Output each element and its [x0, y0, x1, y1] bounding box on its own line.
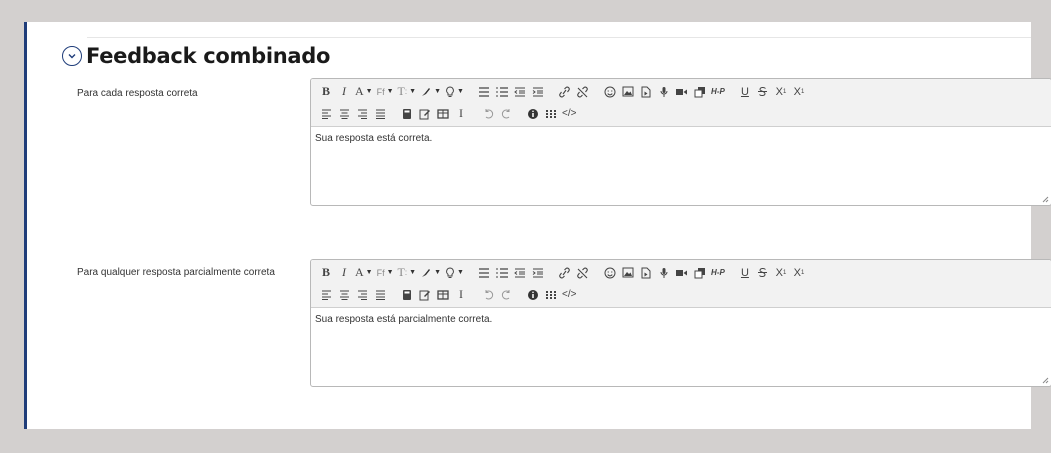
table-icon[interactable]: [434, 105, 452, 123]
strikethrough-icon[interactable]: [754, 264, 772, 282]
highlight-dropdown[interactable]: ▼: [418, 83, 443, 101]
copy-icon[interactable]: [691, 83, 709, 101]
align-left-icon[interactable]: [317, 105, 335, 123]
strikethrough-icon[interactable]: [754, 83, 772, 101]
resize-handle-icon[interactable]: [1041, 376, 1049, 384]
lightbulb-dropdown[interactable]: ▼: [443, 264, 466, 282]
align-justify-icon[interactable]: [371, 105, 389, 123]
media-file-icon[interactable]: [637, 83, 655, 101]
text-cursor-button[interactable]: I: [452, 286, 470, 304]
toolbar-row-1: B I A ▼ Ff ▼ T: ▼ ▼ ▼ H-P U X 1 X 1: [317, 262, 1045, 283]
image-icon[interactable]: [619, 264, 637, 282]
underline-button[interactable]: U: [736, 264, 754, 282]
html-source-button[interactable]: </>: [560, 105, 578, 123]
section-divider: [87, 37, 1031, 38]
align-center-icon[interactable]: [335, 286, 353, 304]
calculator-icon[interactable]: [398, 286, 416, 304]
accessibility-icon[interactable]: [524, 286, 542, 304]
font-size-dropdown[interactable]: T: ▼: [396, 83, 419, 101]
field-label: Para cada resposta correta: [77, 88, 198, 99]
font-color-dropdown[interactable]: A ▼: [353, 264, 375, 282]
rich-text-editor: B I A ▼ Ff ▼ T: ▼ ▼ ▼ H-P U X 1 X 1 I </…: [310, 259, 1051, 387]
image-icon[interactable]: [619, 83, 637, 101]
numbered-list-icon[interactable]: [493, 264, 511, 282]
microphone-icon[interactable]: [655, 83, 673, 101]
emoji-icon[interactable]: [601, 264, 619, 282]
bold-button[interactable]: B: [317, 83, 335, 101]
section-title: Feedback combinado: [86, 44, 331, 68]
numbered-list-icon[interactable]: [493, 83, 511, 101]
font-color-dropdown[interactable]: A ▼: [353, 83, 375, 101]
toolbar-row-2: I </>: [317, 103, 1045, 124]
superscript-button[interactable]: X1: [790, 264, 808, 282]
accessibility-icon[interactable]: [524, 105, 542, 123]
h5p-button[interactable]: H-P: [709, 264, 727, 282]
video-icon[interactable]: [673, 83, 691, 101]
text-cursor-button[interactable]: I: [452, 105, 470, 123]
subscript-button[interactable]: X1: [772, 264, 790, 282]
unlink-icon[interactable]: [574, 264, 592, 282]
subscript-button[interactable]: X1: [772, 83, 790, 101]
editor-toolbar: B I A ▼ Ff ▼ T: ▼ ▼ ▼ H-P U X 1 X 1 I </…: [311, 79, 1051, 127]
edit-icon[interactable]: [416, 286, 434, 304]
redo-icon[interactable]: [497, 286, 515, 304]
media-file-icon[interactable]: [637, 264, 655, 282]
table-icon[interactable]: [434, 286, 452, 304]
superscript-button[interactable]: X1: [790, 83, 808, 101]
copy-icon[interactable]: [691, 264, 709, 282]
align-right-icon[interactable]: [353, 286, 371, 304]
italic-button[interactable]: I: [335, 264, 353, 282]
editor-toolbar: B I A ▼ Ff ▼ T: ▼ ▼ ▼ H-P U X 1 X 1 I </…: [311, 260, 1051, 308]
h5p-button[interactable]: H-P: [709, 83, 727, 101]
align-justify-icon[interactable]: [371, 286, 389, 304]
rich-text-editor: B I A ▼ Ff ▼ T: ▼ ▼ ▼ H-P U X 1 X 1 I </…: [310, 78, 1051, 206]
link-icon[interactable]: [556, 264, 574, 282]
resize-handle-icon[interactable]: [1041, 195, 1049, 203]
outdent-icon[interactable]: [511, 264, 529, 282]
edit-icon[interactable]: [416, 105, 434, 123]
italic-button[interactable]: I: [335, 83, 353, 101]
microphone-icon[interactable]: [655, 264, 673, 282]
section-header[interactable]: Feedback combinado: [62, 44, 330, 68]
font-size-dropdown[interactable]: T: ▼: [396, 264, 419, 282]
bold-button[interactable]: B: [317, 264, 335, 282]
lightbulb-dropdown[interactable]: ▼: [443, 83, 466, 101]
indent-icon[interactable]: [529, 83, 547, 101]
video-icon[interactable]: [673, 264, 691, 282]
redo-icon[interactable]: [497, 105, 515, 123]
underline-button[interactable]: U: [736, 83, 754, 101]
editor-content[interactable]: Sua resposta está parcialmente correta.: [311, 308, 1051, 386]
toolbar-row-1: B I A ▼ Ff ▼ T: ▼ ▼ ▼ H-P U X 1 X 1: [317, 81, 1045, 102]
toolbar-row-2: I </>: [317, 284, 1045, 305]
html-source-button[interactable]: </>: [560, 286, 578, 304]
link-icon[interactable]: [556, 83, 574, 101]
align-center-icon[interactable]: [335, 105, 353, 123]
editor-text: Sua resposta está parcialmente correta.: [315, 314, 493, 325]
align-left-icon[interactable]: [317, 286, 335, 304]
grid-icon[interactable]: [542, 286, 560, 304]
grid-icon[interactable]: [542, 105, 560, 123]
feedback-panel: Feedback combinado Para cada resposta co…: [24, 22, 1051, 429]
bullet-list-icon[interactable]: [475, 264, 493, 282]
calculator-icon[interactable]: [398, 105, 416, 123]
font-family-dropdown[interactable]: Ff ▼: [375, 264, 396, 282]
undo-icon[interactable]: [479, 286, 497, 304]
emoji-icon[interactable]: [601, 83, 619, 101]
highlight-dropdown[interactable]: ▼: [418, 264, 443, 282]
field-label: Para qualquer resposta parcialmente corr…: [77, 267, 275, 278]
indent-icon[interactable]: [529, 264, 547, 282]
chevron-down-icon[interactable]: [62, 46, 82, 66]
unlink-icon[interactable]: [574, 83, 592, 101]
editor-text: Sua resposta está correta.: [315, 133, 433, 144]
undo-icon[interactable]: [479, 105, 497, 123]
outdent-icon[interactable]: [511, 83, 529, 101]
align-right-icon[interactable]: [353, 105, 371, 123]
font-family-dropdown[interactable]: Ff ▼: [375, 83, 396, 101]
bullet-list-icon[interactable]: [475, 83, 493, 101]
editor-content[interactable]: Sua resposta está correta.: [311, 127, 1051, 205]
